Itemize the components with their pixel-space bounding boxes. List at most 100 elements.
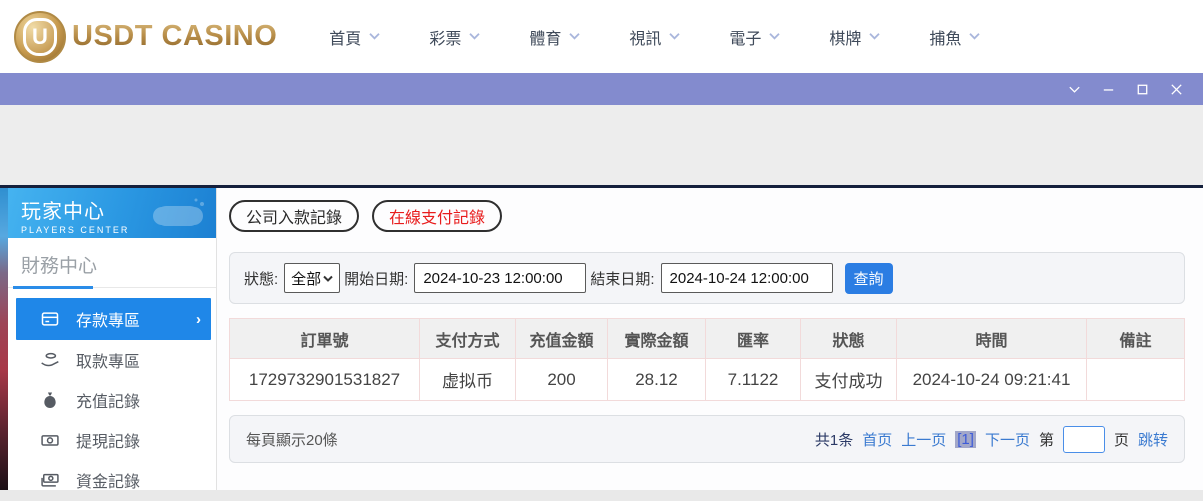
deposit-card-icon — [41, 312, 59, 326]
window-collapse-button[interactable] — [1057, 73, 1091, 105]
nav-label: 體育 — [529, 30, 562, 48]
site-header: U USDT CASINO 首頁 彩票 體育 視訊 電子 棋牌 捕魚 — [0, 0, 1203, 73]
chevron-down-icon — [569, 33, 580, 40]
col-time: 時間 — [896, 318, 1087, 359]
window-close-button[interactable] — [1159, 73, 1193, 105]
main-region: 玩家中心 PLAYERS CENTER 財務中心 存款專區 › 取款專區 充值記… — [0, 188, 1203, 491]
cell-order-number: 1729732901531827 — [229, 358, 420, 401]
player-center-sidebar: 玩家中心 PLAYERS CENTER 財務中心 存款專區 › 取款專區 充值記… — [7, 188, 217, 491]
sidebar-item-withdrawal-records[interactable]: 提現記錄 — [16, 420, 211, 460]
jump-prefix-label: 第 — [1038, 431, 1054, 449]
maximize-icon — [1137, 84, 1147, 94]
nav-label: 視訊 — [629, 30, 662, 48]
nav-label: 捕魚 — [929, 30, 962, 48]
banknote-stack-icon — [41, 473, 59, 487]
cell-recharge-amount: 200 — [515, 358, 608, 401]
chevron-down-icon — [769, 33, 781, 40]
chevron-down-icon — [669, 33, 680, 40]
window-titlebar — [0, 73, 1203, 105]
usdt-coin-icon: U — [14, 10, 66, 63]
col-exchange-rate: 匯率 — [705, 318, 801, 359]
chevron-down-icon — [469, 33, 480, 40]
records-content: 公司入款記錄 在線支付記錄 狀態: 全部 開始日期: 結束日期: 查詢 — [217, 188, 1203, 490]
main-nav: 首頁 彩票 體育 視訊 電子 棋牌 捕魚 — [329, 25, 981, 49]
end-date-label: 結束日期: — [590, 270, 655, 288]
filter-bar: 狀態: 全部 開始日期: 結束日期: 查詢 — [229, 252, 1185, 304]
search-button[interactable]: 查詢 — [844, 262, 893, 294]
current-page-indicator: [1] — [955, 430, 976, 448]
pagination-controls: 共1条 首页 上一页 [1] 下一页 第 页 跳转 — [814, 425, 1168, 453]
chevron-right-icon: › — [196, 310, 201, 328]
logo[interactable]: U USDT CASINO — [14, 10, 278, 63]
start-date-label: 開始日期: — [344, 270, 409, 288]
sidebar-item-label: 取款專區 — [75, 354, 140, 371]
chevron-down-icon — [969, 33, 981, 40]
page-jump-input[interactable] — [1062, 425, 1105, 453]
nav-item-slots[interactable]: 電子 — [729, 25, 781, 49]
sidebar-item-deposit[interactable]: 存款專區 › — [15, 298, 211, 340]
finance-center-section[interactable]: 財務中心 — [7, 238, 216, 289]
table-row: 1729732901531827 虚拟币 200 28.12 7.1122 支付… — [229, 358, 1185, 401]
cell-remarks — [1086, 358, 1185, 401]
close-icon — [1170, 83, 1182, 95]
sidebar-item-recharge-records[interactable]: 充值記錄 — [16, 380, 211, 420]
sidebar-item-label: 提現記錄 — [75, 434, 140, 451]
sidebar-item-funds-records[interactable]: 資金記錄 — [16, 460, 211, 500]
col-status: 狀態 — [800, 318, 897, 359]
window-maximize-button[interactable] — [1125, 73, 1159, 105]
window-minimize-button[interactable] — [1091, 73, 1125, 105]
nav-item-home[interactable]: 首頁 — [329, 25, 381, 49]
sidebar-item-label: 資金記錄 — [75, 474, 140, 491]
jump-suffix-label: 页 — [1113, 431, 1129, 449]
sidebar-item-label: 充值記錄 — [75, 394, 140, 411]
chevron-down-icon — [323, 275, 333, 282]
end-date-input[interactable] — [660, 263, 833, 293]
cell-actual-amount: 28.12 — [607, 358, 706, 401]
table-header-row: 訂單號 支付方式 充值金額 實際金額 匯率 狀態 時間 備註 — [229, 318, 1185, 359]
sidebar-menu: 存款專區 › 取款專區 充值記錄 提現記錄 資金記錄 — [8, 288, 216, 500]
status-select[interactable]: 全部 — [284, 263, 341, 293]
chevron-down-icon — [369, 33, 380, 40]
nav-label: 棋牌 — [829, 30, 862, 48]
section-label: 財務中心 — [20, 256, 97, 277]
logo-u-symbol: U — [23, 17, 57, 56]
prev-page-link[interactable]: 上一页 — [901, 429, 946, 450]
sidebar-item-label: 存款專區 — [75, 313, 140, 330]
col-recharge-amount: 充值金額 — [515, 318, 608, 359]
col-payment-method: 支付方式 — [419, 318, 516, 359]
nav-item-fishing[interactable]: 捕魚 — [929, 25, 981, 49]
total-count-text: 共1条 — [814, 431, 854, 449]
sidebar-item-withdraw[interactable]: 取款專區 — [16, 340, 211, 380]
first-page-link[interactable]: 首页 — [862, 429, 892, 450]
nav-item-sports[interactable]: 體育 — [529, 25, 581, 49]
pagination-bar: 每頁顯示20條 共1条 首页 上一页 [1] 下一页 第 页 跳转 — [229, 415, 1185, 463]
nav-item-board-games[interactable]: 棋牌 — [829, 25, 881, 49]
tab-company-deposit-records[interactable]: 公司入款記錄 — [229, 200, 360, 232]
next-page-link[interactable]: 下一页 — [985, 429, 1030, 450]
logo-text: USDT CASINO — [72, 20, 278, 52]
banknote-icon — [41, 435, 59, 446]
page-size-text: 每頁顯示20條 — [246, 431, 338, 449]
nav-label: 電子 — [729, 30, 762, 48]
tab-online-payment-records[interactable]: 在線支付記錄 — [372, 200, 503, 232]
cell-time: 2024-10-24 09:21:41 — [896, 358, 1087, 401]
minimize-icon — [1103, 88, 1113, 91]
nav-label: 首頁 — [329, 30, 362, 48]
nav-item-lottery[interactable]: 彩票 — [429, 25, 481, 49]
background-image-strip — [0, 188, 8, 490]
status-selected-value: 全部 — [291, 270, 322, 288]
nav-item-live-video[interactable]: 視訊 — [629, 25, 681, 49]
status-label: 狀態: — [244, 270, 279, 288]
money-bag-icon — [44, 392, 56, 408]
app-root: U USDT CASINO 首頁 彩票 體育 視訊 電子 棋牌 捕魚 玩家中心 … — [0, 0, 1203, 501]
cell-payment-method: 虚拟币 — [419, 358, 516, 401]
chevron-down-icon — [1068, 86, 1080, 93]
jump-button[interactable]: 跳转 — [1138, 429, 1168, 450]
start-date-input[interactable] — [414, 263, 587, 293]
cell-exchange-rate: 7.1122 — [705, 358, 801, 401]
col-remarks: 備註 — [1086, 318, 1185, 359]
cell-status: 支付成功 — [800, 358, 897, 401]
record-tabs: 公司入款記錄 在線支付記錄 — [229, 200, 1185, 232]
payment-records-table: 訂單號 支付方式 充值金額 實際金額 匯率 狀態 時間 備註 172973290… — [229, 318, 1185, 401]
gamepad-icon — [153, 198, 204, 226]
